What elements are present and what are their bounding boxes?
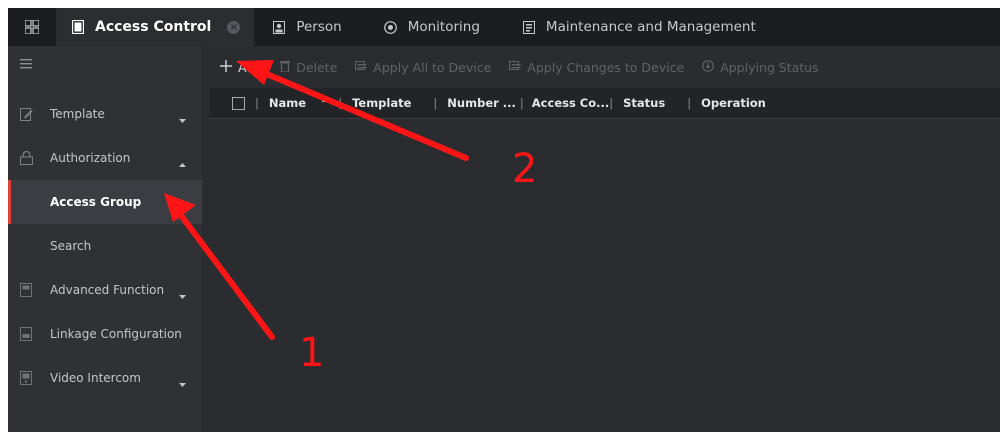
sidebar: Template Authorization Access Group Sear… — [8, 46, 202, 432]
sidebar-item-advanced-function[interactable]: Advanced Function — [8, 268, 202, 312]
tab-label: Maintenance and Management — [545, 19, 756, 35]
delete-button[interactable]: Delete — [280, 60, 337, 75]
apply-changes-button[interactable]: Apply Changes to Device — [509, 60, 684, 75]
template-icon — [20, 107, 34, 121]
tab-label: Access Control — [95, 19, 212, 35]
table-header: | Name ▲ | Template | Number ... | Access… — [210, 88, 1000, 119]
tab-access-control[interactable]: Access Control × — [57, 8, 255, 46]
tab-label: Person — [296, 19, 342, 35]
applying-status-button[interactable]: Applying Status — [702, 59, 819, 75]
maintenance-icon — [522, 20, 536, 34]
sidebar-item-authorization[interactable]: Authorization — [8, 136, 202, 180]
sidebar-item-label: Linkage Configuration — [50, 327, 182, 341]
column-access-control[interactable]: Access Co... — [532, 96, 609, 110]
trash-icon — [280, 60, 291, 75]
column-operation[interactable]: Operation — [701, 96, 766, 110]
sidebar-item-label: Advanced Function — [50, 283, 165, 297]
sidebar-item-search[interactable]: Search — [8, 224, 202, 268]
apply-all-button[interactable]: Apply All to Device — [355, 60, 491, 75]
sort-up-icon: ▲ — [322, 94, 329, 103]
menu-icon[interactable] — [20, 58, 32, 72]
add-label: Add — [238, 59, 263, 75]
caret-down-icon — [179, 376, 186, 390]
column-status[interactable]: Status — [623, 96, 665, 110]
apply-changes-label: Apply Changes to Device — [527, 59, 685, 75]
apply-all-label: Apply All to Device — [373, 59, 492, 75]
advanced-function-icon — [20, 283, 34, 297]
sidebar-item-template[interactable]: Template — [8, 92, 202, 136]
caret-down-icon — [179, 112, 186, 126]
tab-person[interactable]: Person — [258, 8, 355, 46]
plus-icon — [220, 59, 232, 75]
access-control-icon — [71, 20, 85, 34]
sidebar-item-label: Search — [50, 239, 92, 253]
column-number[interactable]: Number ... — [447, 96, 516, 110]
sidebar-item-label: Template — [50, 107, 105, 121]
tab-maintenance[interactable]: Maintenance and Management — [508, 8, 770, 46]
monitoring-icon — [384, 20, 398, 34]
column-template[interactable]: Template — [352, 96, 411, 110]
sidebar-item-label: Access Group — [50, 195, 142, 209]
caret-down-icon — [179, 288, 186, 302]
annotation-number-1: 1 — [299, 330, 325, 376]
apps-grid-icon[interactable] — [8, 8, 57, 46]
close-icon[interactable]: × — [227, 20, 241, 34]
lock-icon — [20, 151, 34, 165]
apply-all-icon — [355, 60, 367, 75]
applying-status-label: Applying Status — [720, 59, 819, 75]
top-tab-bar: Access Control × Person Monitoring Maint… — [8, 8, 1000, 46]
add-button[interactable]: Add — [220, 59, 263, 75]
apply-changes-icon — [509, 60, 521, 75]
column-name[interactable]: Name ▲ — [269, 94, 329, 110]
download-status-icon — [702, 59, 715, 75]
video-intercom-icon — [20, 371, 34, 385]
caret-up-icon — [179, 156, 186, 170]
sidebar-item-label: Authorization — [50, 151, 131, 165]
sidebar-item-access-group[interactable]: Access Group — [8, 180, 202, 224]
tab-label: Monitoring — [407, 19, 480, 35]
person-icon — [272, 20, 286, 34]
toolbar: Add Delete Apply All to Device Apply Cha… — [202, 46, 1000, 88]
delete-label: Delete — [296, 59, 338, 75]
linkage-icon — [20, 327, 34, 341]
tab-monitoring[interactable]: Monitoring — [370, 8, 494, 46]
select-all-checkbox[interactable] — [232, 96, 245, 110]
sidebar-item-video-intercom[interactable]: Video Intercom — [8, 356, 202, 400]
menu-toggle[interactable] — [8, 46, 202, 84]
annotation-number-2: 2 — [512, 146, 538, 192]
sidebar-item-linkage-configuration[interactable]: Linkage Configuration — [8, 312, 202, 356]
sidebar-item-label: Video Intercom — [50, 371, 141, 385]
